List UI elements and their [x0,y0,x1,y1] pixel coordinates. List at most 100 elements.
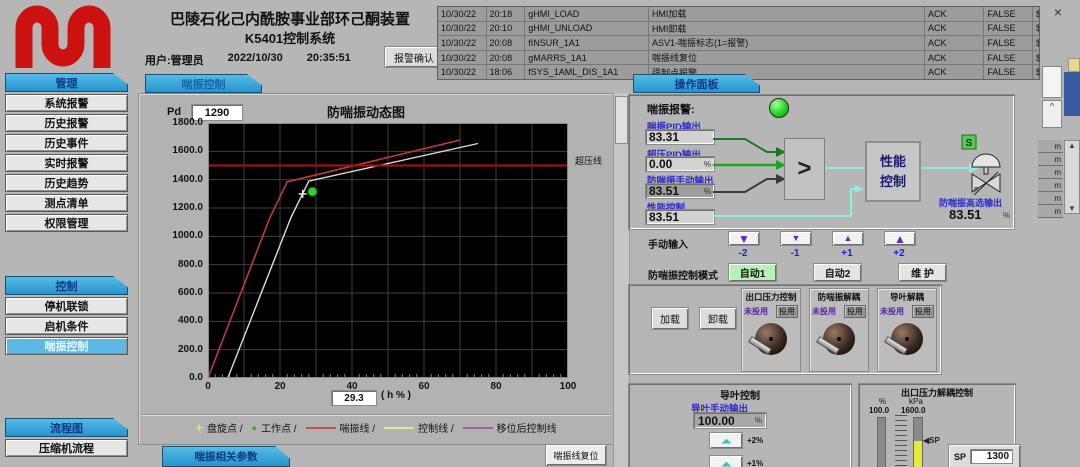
percent-bar[interactable] [877,417,886,467]
alarm-cell: FALSE [984,65,1033,79]
sidebar-item-系统报警[interactable]: 系统报警 [5,94,128,112]
knob-panel-title: 防喘振解耦 [810,291,868,303]
mode-button-自动1[interactable]: 自动1 [728,263,777,282]
svg-text:F: F [974,187,978,194]
current-user: 用户:管理员 [145,52,204,68]
company-logo-icon [8,2,120,70]
sidebar-item-历史事件[interactable]: 历史事件 [5,134,128,152]
sidebar-section-header: 管理 [5,73,128,92]
alarm-cell: ACK [925,22,984,36]
sidebar-item-历史趋势[interactable]: 历史趋势 [5,174,128,192]
manual-step-group: ▼ -1 [780,231,810,259]
surge-plot-area [208,123,568,378]
y-axis-tick-label: 800.0 [141,259,203,270]
sidebar-item-实时报警[interactable]: 实时报警 [5,154,128,172]
overpressure-line-label: 超压线 [575,154,602,167]
x-axis-tick-label: 80 [482,381,510,392]
manual-step-button--1[interactable]: ▼ [780,231,812,246]
mode-button-维 护[interactable]: 维 护 [898,263,947,282]
rotary-knob[interactable] [823,323,855,355]
manual-step-button-+2[interactable]: ▲ [884,231,916,246]
tab-operation-panel[interactable]: 操作面板 [633,74,760,93]
legend-label: 控制线 / [418,420,454,435]
engage-button[interactable]: 投用 [844,305,866,318]
background-scrollbar[interactable]: ▲ ▼ [1064,140,1080,214]
surge-alarm-box: 喘振报警: 喘振PID输出 83.31 超压PID输出 0.00 % 防喘振手动… [628,94,1015,230]
percent-column-label: % [879,397,886,406]
mode-button-自动2[interactable]: 自动2 [813,263,862,282]
manual-step-label: -2 [728,248,758,259]
alarm-cell: 10/30/22 [438,22,487,36]
performance-control-block: 性能 控制 [865,141,921,202]
sidebar-item-测点清单[interactable]: 测点清单 [5,194,128,212]
setpoint-field[interactable]: 1300 [970,449,1013,464]
close-icon[interactable]: × [1050,4,1066,20]
decoupling-box: 加载 卸载 出口压力控制未投用投用防喘振解耦未投用投用导叶解耦未投用投用 [628,284,942,375]
control-mode-row: 防喘振控制模式 自动1自动2维 护 [628,262,1013,284]
rotary-knob[interactable] [755,323,787,355]
scrollbar-down-icon[interactable]: ▼ [1068,204,1076,213]
sidebar-item-压缩机流程[interactable]: 压缩机流程 [5,439,128,457]
unload-button[interactable]: 卸载 [699,307,737,330]
anti-surge-chart-panel: Pd 1290 防喘振动态图 1800.01600.01400.01200.01… [138,93,614,445]
legend-item: 喘振线 / [306,420,376,435]
taskbar-icon[interactable] [1068,58,1080,72]
sidebar-section-header: 流程图 [5,418,128,437]
manual-step-button-+1[interactable]: ▲ [832,231,864,246]
load-button[interactable]: 加载 [651,307,689,330]
knob-center-dot [837,337,841,341]
alarm-row[interactable]: 10/30/2220:08gMARRS_1A1喘振线复位ACKFALSE$Sys… [438,51,1039,66]
manual-step-button--2[interactable]: ▼ [728,231,760,246]
alarm-cell: ACK [925,7,984,21]
x-axis-tick-label: 20 [266,381,294,392]
y-axis-tick-label: 1400.0 [141,174,203,185]
rotary-knob[interactable] [891,323,923,355]
background-list-item: m [1038,179,1063,192]
scroll-up-fragment[interactable]: ^ [1042,100,1062,128]
guide-vane-unit: % [755,416,766,425]
desktop-shortcut-strip[interactable] [1064,72,1080,116]
tab-surge-control[interactable]: 喘振控制 [145,74,262,93]
engage-button[interactable]: 投用 [776,305,798,318]
kpa-bar[interactable] [913,417,923,467]
manual-step-label: -1 [780,248,810,259]
knob-panel-导叶解耦: 导叶解耦未投用投用 [877,288,937,372]
vane-step-button-+2%[interactable]: ▲ [709,432,743,449]
kpa-bar-fill [914,441,922,467]
legend-label: 盘旋点 / [207,420,243,435]
alarm-cell: $Syste [1033,65,1039,79]
sidebar-item-启机条件[interactable]: 启机条件 [5,317,128,335]
sidebar-item-喘振控制[interactable]: 喘振控制 [5,337,128,355]
control-mode-buttons: 自动1 自动2 维 护 [728,263,947,282]
knob-panel-出口压力控制: 出口压力控制未投用投用 [741,288,801,372]
knob-panel-title: 导叶解耦 [878,291,936,303]
manual-step-label: +2 [884,248,914,259]
scrollbar-up-icon[interactable]: ▲ [1068,141,1076,150]
vane-step-button-+1%[interactable]: ▲ [709,455,743,467]
x-readout-field[interactable]: 29.3 [331,390,377,406]
alarm-cell: 20:18 [487,7,526,21]
tab-surge-parameters[interactable]: 喘振相关参数 [162,446,290,467]
alarm-row[interactable]: 10/30/2220:10gHMI_UNLOADHMI卸载ACKFALSE$Sy… [438,22,1039,37]
sidebar-item-停机联锁[interactable]: 停机联锁 [5,297,128,315]
alarm-cell: gHMI_LOAD [525,7,649,21]
knob-panel-title: 出口压力控制 [742,291,800,303]
alarm-acknowledge-button[interactable]: 报警确认 [384,46,444,68]
chart-legend: +盘旋点 /●工作点 /喘振线 /控制线 /移位后控制线 [139,420,613,435]
outlet-pressure-box: 出口压力解耦控制 % kPa 100.0 1600.0 ◀SP SP 1300 [858,383,1016,467]
engage-button[interactable]: 投用 [912,305,934,318]
sidebar-item-历史报警[interactable]: 历史报警 [5,114,128,132]
alarm-cell: FALSE [984,7,1033,21]
alarm-cell: $Syste [1033,7,1039,21]
surge-line-reset-button[interactable]: 喘振线复位 [545,444,607,466]
vane-step-label: +2% [747,436,763,445]
setpoint-label: SP [954,452,966,462]
legend-item: ●工作点 / [252,420,297,435]
scrollbar-thumb[interactable] [615,96,628,144]
arrow-down-icon: ▼ [738,233,750,245]
alarm-cell: $Syste [1033,51,1039,65]
sidebar-item-权限管理[interactable]: 权限管理 [5,214,128,232]
alarm-row[interactable]: 10/30/2220:08fINSUR_1A1ASV1-喘振标志(1=报警)AC… [438,36,1039,51]
alarm-row[interactable]: 10/30/2220:18gHMI_LOADHMI加载ACKFALSE$Syst… [438,7,1039,22]
x-axis-tick-label: 60 [410,381,438,392]
